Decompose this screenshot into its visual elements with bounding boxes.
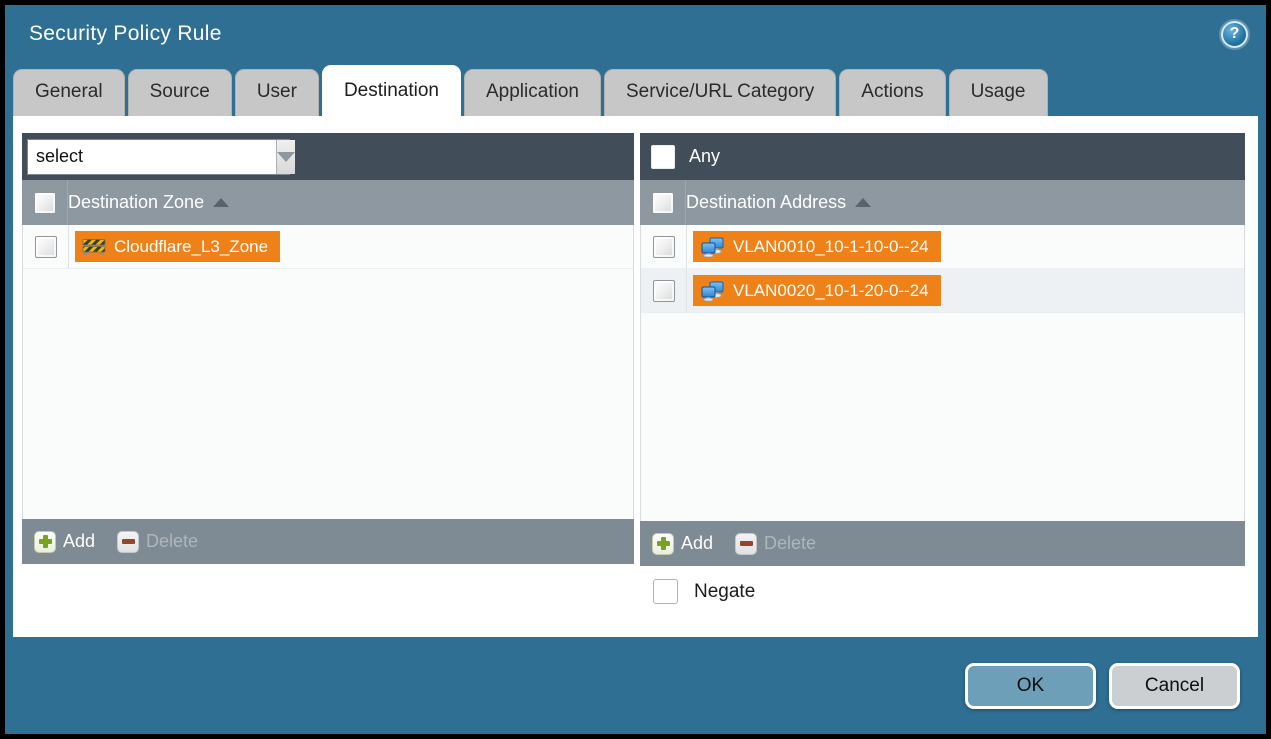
address-column-header[interactable]: Destination Address [686,192,871,213]
dialog-footer: OK Cancel [5,637,1266,734]
table-row: VLAN0020_10-1-20-0--24 [641,269,1244,313]
delete-zone-label: Delete [146,531,198,552]
address-item-vlan0020[interactable]: VLAN0020_10-1-20-0--24 [693,275,941,306]
tab-content-destination: Destination Zone [13,116,1258,637]
dialog-title: Security Policy Rule [29,22,1221,46]
address-item-label: VLAN0010_10-1-10-0--24 [733,237,929,257]
zone-select-all-checkbox[interactable] [34,192,56,214]
tab-destination[interactable]: Destination [322,65,461,116]
sort-ascending-icon [213,198,229,207]
zone-panel-toolbar: Add Delete [22,519,634,564]
ok-button[interactable]: OK [965,663,1096,709]
add-address-button[interactable]: Add [652,533,713,555]
destination-zone-panel: Destination Zone [22,133,634,564]
tab-service-url-category[interactable]: Service/URL Category [604,69,836,116]
address-table-header: Destination Address [640,180,1245,225]
address-select-all-checkbox[interactable] [652,192,674,214]
zone-column-header[interactable]: Destination Zone [68,192,229,213]
tab-application[interactable]: Application [464,69,601,116]
address-item-label: VLAN0020_10-1-20-0--24 [733,281,929,301]
zone-rows: Cloudflare_L3_Zone [22,225,634,519]
tab-actions[interactable]: Actions [839,69,945,116]
zone-icon [82,237,106,256]
zone-select-bar [22,133,634,180]
help-icon[interactable]: ? [1221,21,1248,48]
sort-ascending-icon [855,198,871,207]
add-zone-label: Add [63,531,95,552]
delete-address-button[interactable]: Delete [735,533,816,555]
add-zone-button[interactable]: Add [34,531,95,553]
chevron-down-icon [277,152,295,162]
cancel-button[interactable]: Cancel [1109,663,1240,709]
negate-option: Negate [653,579,1245,604]
delete-zone-button[interactable]: Delete [117,531,198,553]
zone-select-dropdown-button[interactable] [276,140,295,174]
any-label: Any [689,146,720,167]
add-icon [34,531,56,553]
delete-icon [117,531,139,553]
table-row: Cloudflare_L3_Zone [23,225,633,269]
zone-item-cloudflare-l3-zone[interactable]: Cloudflare_L3_Zone [75,231,280,262]
address-icon [700,237,725,257]
add-address-label: Add [681,533,713,554]
zone-item-label: Cloudflare_L3_Zone [114,237,268,257]
dialog-titlebar: Security Policy Rule ? [5,5,1266,63]
row-checkbox[interactable] [653,280,675,302]
address-select-all-cell [640,180,686,225]
delete-icon [735,533,757,555]
address-item-vlan0010[interactable]: VLAN0010_10-1-10-0--24 [693,231,941,262]
address-rows: VLAN0010_10-1-10-0--24 [640,225,1245,521]
any-checkbox[interactable] [651,145,675,169]
tab-source[interactable]: Source [128,69,232,116]
tab-bar: General Source User Destination Applicat… [5,63,1266,116]
row-checkbox-cell [23,225,69,268]
add-icon [652,533,674,555]
row-checkbox[interactable] [35,236,57,258]
address-column-label: Destination Address [686,192,846,213]
security-policy-rule-dialog: Security Policy Rule ? General Source Us… [5,5,1266,734]
row-checkbox[interactable] [653,236,675,258]
tab-usage[interactable]: Usage [949,69,1048,116]
table-row: VLAN0010_10-1-10-0--24 [641,225,1244,269]
destination-address-panel: Any Destination Address [640,133,1245,566]
row-checkbox-cell [641,225,687,268]
zone-select-combo [27,139,290,175]
zone-select-all-cell [22,180,68,225]
negate-checkbox[interactable] [653,579,678,604]
delete-address-label: Delete [764,533,816,554]
address-icon [700,281,725,301]
address-panel-toolbar: Add Delete [640,521,1245,566]
zone-column-label: Destination Zone [68,192,204,213]
tab-general[interactable]: General [13,69,125,116]
negate-label: Negate [694,581,755,603]
row-checkbox-cell [641,269,687,312]
zone-table-header: Destination Zone [22,180,634,225]
zone-select-input[interactable] [28,140,276,174]
tab-user[interactable]: User [235,69,319,116]
address-any-bar: Any [640,133,1245,180]
